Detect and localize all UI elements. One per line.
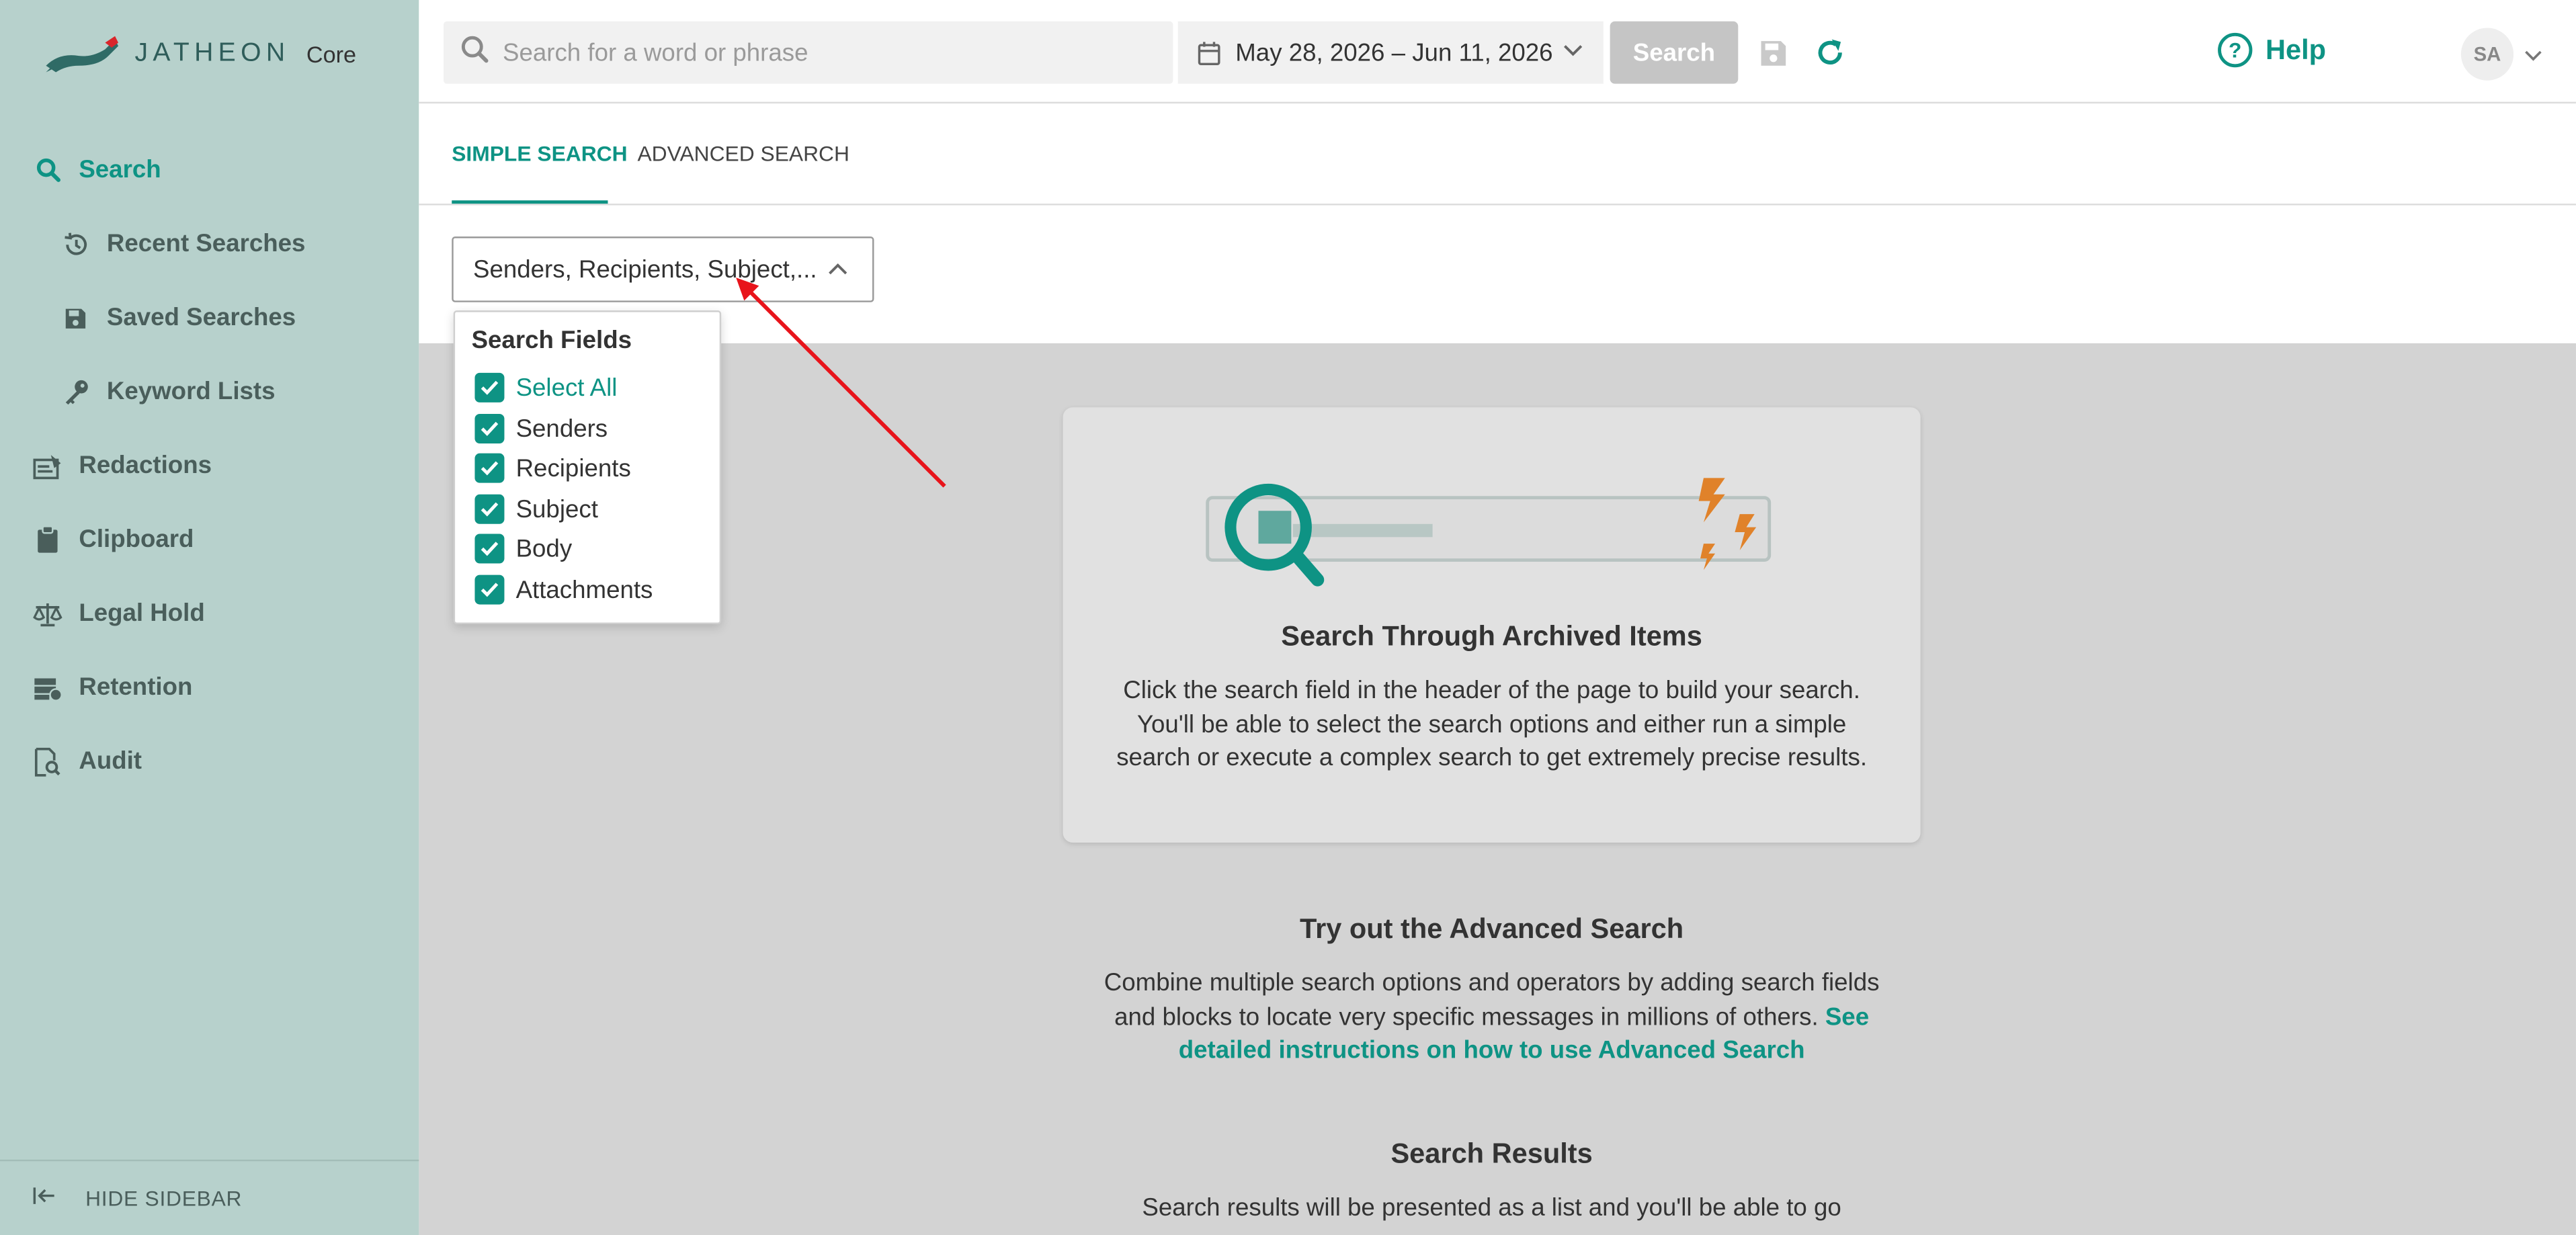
checkbox-checked-icon	[474, 494, 505, 524]
checkbox-recipients[interactable]: Recipients	[474, 453, 631, 483]
jatheon-logo-icon	[46, 36, 119, 73]
search-mode-tabs: SIMPLE SEARCH ADVANCED SEARCH	[419, 103, 2576, 206]
sidebar-item-retention[interactable]: Retention	[0, 650, 419, 724]
card-title: Search Through Archived Items	[1281, 621, 1702, 652]
sidebar-item-label: Keyword Lists	[106, 378, 276, 406]
sidebar-item-label: Search	[79, 156, 161, 184]
advanced-description: Combine multiple search options and oper…	[1104, 969, 1880, 1031]
checkbox-label: Subject	[515, 495, 598, 523]
checkbox-body[interactable]: Body	[474, 534, 573, 564]
sidebar-item-label: Recent Searches	[106, 230, 306, 258]
hide-sidebar-button[interactable]: HIDE SIDEBAR	[0, 1159, 419, 1235]
card-text: Click the search field in the header of …	[1116, 677, 1868, 772]
chevron-up-icon	[827, 258, 849, 288]
checkbox-checked-icon	[474, 453, 505, 483]
save-search-icon[interactable]	[1759, 40, 1788, 76]
date-range-value: May 28, 2026 – Jun 11, 2026	[1235, 38, 1553, 67]
checkbox-checked-icon	[474, 534, 505, 564]
sidebar-item-recent-searches[interactable]: Recent Searches	[0, 207, 419, 281]
checkbox-label: Senders	[515, 415, 608, 443]
checkbox-subject[interactable]: Subject	[474, 494, 598, 524]
logo[interactable]: JATHEON Core	[43, 33, 357, 76]
app-root: JATHEON Core Search Recent Searches Save…	[0, 0, 2576, 1235]
help-label: Help	[2265, 34, 2327, 65]
advanced-section-title: Try out the Advanced Search	[1299, 913, 1684, 945]
advanced-section-text: Combine multiple search options and oper…	[1095, 968, 1887, 1068]
tab-simple-search[interactable]: SIMPLE SEARCH	[452, 141, 627, 166]
clipboard-icon	[33, 525, 63, 554]
redaction-icon	[33, 451, 63, 480]
sidebar-item-saved-searches[interactable]: Saved Searches	[0, 281, 419, 355]
logo-brand: JATHEON	[134, 39, 290, 68]
hide-sidebar-label: HIDE SIDEBAR	[85, 1185, 243, 1211]
sidebar-item-clipboard[interactable]: Clipboard	[0, 503, 419, 577]
filter-bar: Senders, Recipients, Subject,...	[419, 205, 2576, 343]
avatar[interactable]: SA	[2460, 28, 2514, 81]
search-fields-popover: Search Fields Select All Senders Recipie…	[453, 310, 722, 624]
checkbox-label: Select All	[515, 374, 618, 402]
checkbox-checked-icon	[474, 372, 505, 402]
popover-title: Search Fields	[471, 327, 632, 355]
retention-icon	[33, 673, 63, 702]
search-button[interactable]: Search	[1610, 21, 1739, 84]
sidebar-item-label: Saved Searches	[106, 304, 296, 332]
active-tab-indicator	[452, 200, 608, 204]
help-icon: ?	[2218, 32, 2253, 68]
checkbox-label: Recipients	[515, 454, 631, 482]
help-link[interactable]: ? Help	[2218, 32, 2327, 68]
logo-product: Core	[306, 41, 357, 68]
refresh-icon[interactable]	[1814, 36, 1847, 77]
search-input[interactable]	[503, 38, 1127, 67]
checkbox-label: Attachments	[515, 575, 653, 604]
sidebar-item-label: Retention	[79, 673, 193, 701]
search-icon	[33, 155, 63, 185]
key-icon	[60, 377, 90, 407]
sidebar-item-label: Audit	[79, 747, 142, 775]
main-content: Search Through Archived Items Click the …	[419, 343, 2576, 1235]
checkbox-checked-icon	[474, 574, 505, 605]
audit-icon	[33, 747, 63, 776]
floppy-icon	[60, 303, 90, 333]
sidebar-item-legal-hold[interactable]: Legal Hold	[0, 577, 419, 650]
chevron-down-icon	[1563, 40, 1584, 68]
checkbox-attachments[interactable]: Attachments	[474, 574, 653, 605]
tab-advanced-search[interactable]: ADVANCED SEARCH	[637, 141, 849, 166]
checkbox-select-all[interactable]: Select All	[474, 372, 618, 402]
sidebar-item-label: Redactions	[79, 452, 212, 480]
scale-icon	[33, 599, 63, 628]
search-illustration-icon	[1206, 478, 1772, 587]
calendar-icon	[1198, 40, 1220, 65]
search-fields-dropdown[interactable]: Senders, Recipients, Subject,...	[452, 237, 874, 302]
empty-state-card: Search Through Archived Items Click the …	[1063, 407, 1921, 843]
results-section-text: Search results will be presented as a li…	[1142, 1194, 1841, 1222]
sidebar-item-label: Legal Hold	[79, 599, 205, 628]
sidebar-item-redactions[interactable]: Redactions	[0, 429, 419, 503]
history-icon	[60, 229, 90, 259]
results-section-title: Search Results	[1390, 1138, 1593, 1170]
search-icon	[460, 34, 489, 71]
collapse-left-icon	[33, 1186, 56, 1211]
sidebar-item-keyword-lists[interactable]: Keyword Lists	[0, 355, 419, 429]
chevron-down-icon[interactable]	[2524, 44, 2543, 74]
checkbox-checked-icon	[474, 414, 505, 444]
sidebar-item-audit[interactable]: Audit	[0, 724, 419, 798]
sidebar-nav: Search Recent Searches Saved Searches Ke…	[0, 133, 419, 798]
search-box[interactable]	[444, 21, 1173, 84]
sidebar: JATHEON Core Search Recent Searches Save…	[0, 0, 419, 1235]
checkbox-senders[interactable]: Senders	[474, 414, 608, 444]
checkbox-label: Body	[515, 534, 573, 563]
sidebar-item-search[interactable]: Search	[0, 133, 419, 207]
sidebar-item-label: Clipboard	[79, 525, 194, 554]
search-fields-value: Senders, Recipients, Subject,...	[473, 255, 817, 284]
top-header: May 28, 2026 – Jun 11, 2026 Search ? Hel…	[419, 0, 2576, 104]
date-range-picker[interactable]: May 28, 2026 – Jun 11, 2026	[1177, 21, 1604, 84]
